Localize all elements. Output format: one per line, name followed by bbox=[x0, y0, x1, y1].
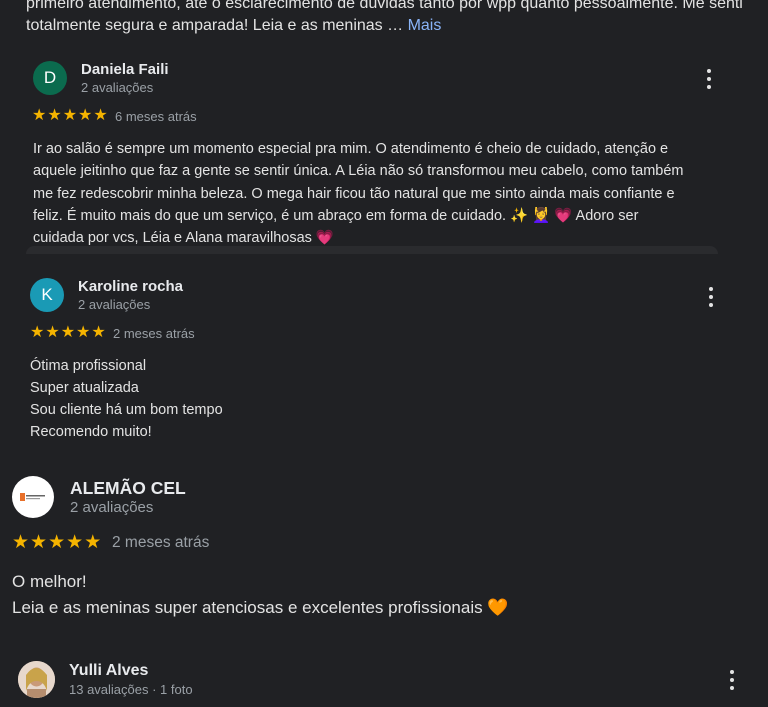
star-icon: ★ bbox=[91, 324, 106, 341]
review-line: Sou cliente há um bom tempo bbox=[30, 402, 223, 418]
avatar[interactable] bbox=[12, 476, 54, 518]
more-options-button[interactable] bbox=[725, 670, 739, 690]
more-vert-icon-dot bbox=[709, 287, 713, 291]
reviewer-name[interactable]: ALEMÃO CEL bbox=[70, 478, 186, 499]
more-link[interactable]: Mais bbox=[408, 17, 442, 34]
star-rating: ★ ★ ★ ★ ★ bbox=[30, 325, 106, 341]
reviewer-meta: 13 avaliações · 1 foto bbox=[69, 682, 193, 697]
star-icon: ★ bbox=[30, 324, 45, 341]
star-icon: ★ bbox=[84, 532, 102, 553]
review-line: Ótima profissional bbox=[30, 358, 147, 374]
avatar-initial: K bbox=[41, 285, 53, 304]
review-text: Ir ao salão é sempre um momento especial… bbox=[33, 138, 683, 249]
star-icon: ★ bbox=[45, 324, 60, 341]
star-icon: ★ bbox=[47, 107, 62, 124]
review-text: O melhor! Leia e as meninas super atenci… bbox=[12, 569, 509, 621]
review-time: 2 meses atrás bbox=[113, 326, 195, 341]
star-icon: ★ bbox=[12, 532, 30, 553]
more-vert-icon-dot bbox=[707, 77, 711, 81]
avatar[interactable]: K bbox=[30, 278, 64, 312]
star-icon: ★ bbox=[76, 324, 91, 341]
more-vert-icon-dot bbox=[707, 69, 711, 73]
more-vert-icon-dot bbox=[730, 670, 734, 674]
review-line: O melhor! bbox=[12, 572, 87, 591]
review-line: aquele jeitinho que faz a gente se senti… bbox=[33, 163, 684, 180]
review-line: Leia e as meninas super atenciosas e exc… bbox=[12, 598, 509, 617]
star-icon: ★ bbox=[66, 532, 84, 553]
more-vert-icon-dot bbox=[730, 678, 734, 682]
snippet-text: totalmente segura e amparada! Leia e as … bbox=[26, 17, 404, 34]
profile-photo-icon bbox=[18, 661, 55, 698]
more-vert-icon-dot bbox=[709, 303, 713, 307]
previous-review-snippet: primeiro atendimento, até o esclarecimen… bbox=[26, 0, 756, 37]
reviewer-name[interactable]: Daniela Faili bbox=[81, 61, 169, 78]
star-rating: ★ ★ ★ ★ ★ bbox=[32, 108, 108, 124]
star-icon: ★ bbox=[30, 532, 48, 553]
avatar[interactable] bbox=[18, 661, 55, 698]
review-line: Recomendo muito! bbox=[30, 424, 152, 440]
star-icon: ★ bbox=[93, 107, 108, 124]
star-icon: ★ bbox=[62, 107, 78, 124]
review-line: feliz. É muito mais do que um serviço, é… bbox=[33, 207, 639, 224]
more-options-button[interactable] bbox=[704, 287, 718, 307]
star-icon: ★ bbox=[78, 107, 93, 124]
reviewer-meta: 2 avaliações bbox=[81, 80, 154, 95]
star-rating: ★ ★ ★ ★ ★ bbox=[12, 533, 101, 552]
star-icon: ★ bbox=[48, 532, 66, 553]
avatar-initial: D bbox=[43, 68, 57, 87]
business-logo-icon bbox=[20, 493, 45, 501]
review-line: Ir ao salão é sempre um momento especial… bbox=[33, 141, 669, 157]
reviewer-meta: 2 avaliações bbox=[78, 297, 151, 312]
more-vert-icon-dot bbox=[707, 85, 711, 89]
avatar[interactable]: D bbox=[33, 61, 67, 95]
more-options-button[interactable] bbox=[702, 69, 716, 89]
star-icon: ★ bbox=[32, 107, 47, 124]
review-text: Ótima profissional Super atualizada Sou … bbox=[30, 355, 223, 443]
divider bbox=[26, 246, 718, 254]
review-time: 6 meses atrás bbox=[115, 109, 197, 124]
review-line: Super atualizada bbox=[30, 380, 139, 396]
review-line: me fez redescobrir minha beleza. O mega … bbox=[33, 185, 675, 202]
review-time: 2 meses atrás bbox=[112, 534, 210, 551]
reviewer-name[interactable]: Karoline rocha bbox=[78, 278, 183, 295]
snippet-line: totalmente segura e amparada! Leia e as … bbox=[26, 15, 756, 37]
star-icon: ★ bbox=[60, 324, 76, 341]
reviewer-name[interactable]: Yulli Alves bbox=[69, 662, 148, 680]
snippet-line: primeiro atendimento, até o esclarecimen… bbox=[26, 0, 743, 12]
more-vert-icon-dot bbox=[709, 295, 713, 299]
more-vert-icon-dot bbox=[730, 686, 734, 690]
reviewer-meta: 2 avaliações bbox=[70, 499, 154, 516]
